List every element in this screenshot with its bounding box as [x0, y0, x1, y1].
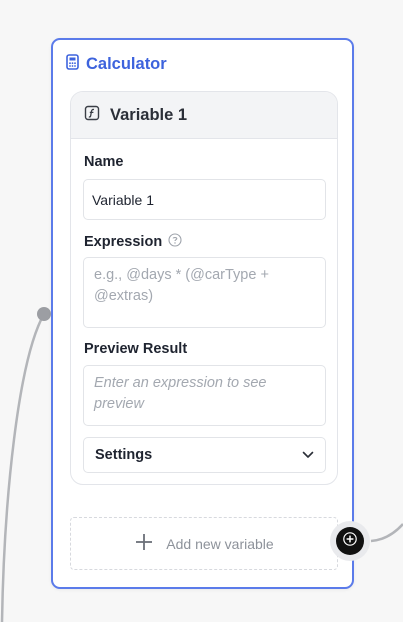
calculator-node[interactable]: Calculator Variable 1 Name Expression	[51, 38, 354, 589]
preview-label: Preview Result	[84, 341, 187, 357]
expression-placeholder: e.g., @days * (@carType + @extras)	[94, 267, 269, 304]
plus-icon	[134, 532, 154, 555]
expression-input[interactable]: e.g., @days * (@carType + @extras)	[83, 257, 326, 328]
preview-result-box: Enter an expression to see preview	[83, 365, 326, 426]
add-variable-button[interactable]: Add new variable	[70, 517, 338, 570]
expression-label-text: Expression	[84, 234, 163, 250]
preview-placeholder: Enter an expression to see preview	[94, 375, 267, 412]
variable-card: Variable 1 Name Expression e.g., @days *…	[70, 91, 338, 485]
settings-dropdown[interactable]: Settings	[83, 437, 326, 473]
variable-header[interactable]: Variable 1	[71, 92, 337, 139]
preview-label-text: Preview Result	[84, 341, 188, 357]
help-icon[interactable]	[168, 233, 182, 251]
input-handle[interactable]	[37, 307, 51, 321]
incoming-edge	[0, 313, 46, 622]
function-icon	[84, 105, 100, 126]
outgoing-edge	[370, 523, 403, 543]
node-title: Calculator	[86, 55, 167, 73]
calculator-icon	[65, 54, 80, 75]
add-variable-label: Add new variable	[166, 535, 274, 552]
node-header: Calculator	[65, 54, 167, 75]
variable-title: Variable 1	[110, 105, 188, 124]
name-label: Name	[84, 154, 124, 170]
add-connection-button[interactable]	[330, 521, 370, 561]
add-connection-circle	[336, 527, 364, 555]
chevron-down-icon	[302, 447, 314, 463]
plus-icon	[343, 531, 357, 551]
name-field[interactable]	[83, 179, 326, 220]
name-label-text: Name	[84, 154, 124, 170]
expression-label: Expression	[84, 233, 182, 251]
settings-label: Settings	[95, 447, 153, 463]
